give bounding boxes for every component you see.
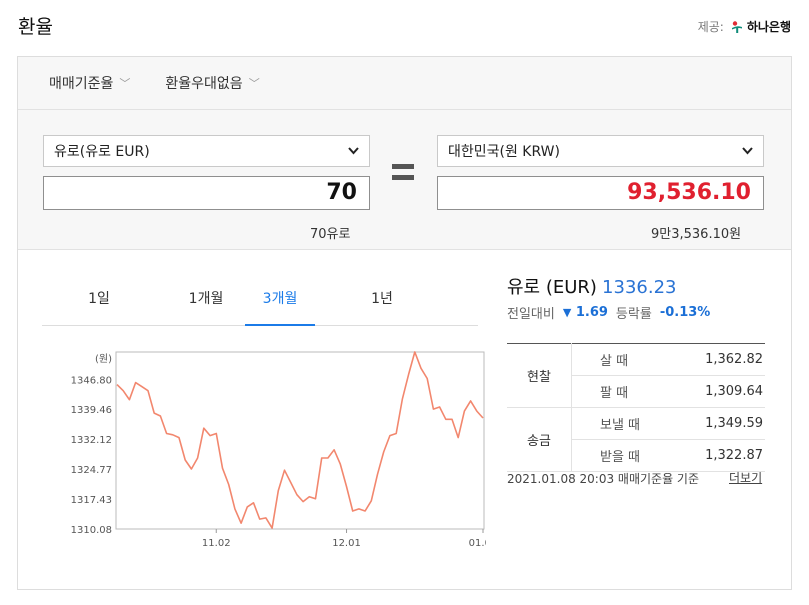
change-value-group: ▼ 1.69 bbox=[563, 305, 608, 320]
cash-sell-value: 1,309.64 bbox=[674, 375, 765, 408]
chevron-down-icon: ﹀ bbox=[119, 77, 131, 90]
cash-buy-value: 1,362.82 bbox=[674, 343, 765, 376]
exchange-panel: 매매기준율 ﹀ 환율우대없음 ﹀ 유로(유로 EUR) 70 70유로 대한민국… bbox=[17, 56, 792, 590]
table-row: 현찰 살 때 1,362.82 bbox=[507, 343, 765, 408]
pct-label: 등락률 bbox=[615, 307, 652, 322]
remit-group-label: 송금 bbox=[507, 407, 572, 472]
table-row: 송금 보낼 때 1,349.59 bbox=[507, 407, 765, 472]
to-amount-input[interactable]: 93,536.10 bbox=[437, 176, 764, 210]
remit-send-value: 1,349.59 bbox=[674, 407, 765, 440]
equals-icon bbox=[392, 164, 414, 186]
remit-send-label: 보낼 때 bbox=[571, 407, 675, 440]
change-label: 전일대비 bbox=[507, 307, 555, 322]
converter: 유로(유로 EUR) 70 70유로 대한민국(원 KRW) 93,536.10… bbox=[18, 110, 791, 250]
page-title: 환율 bbox=[18, 16, 53, 38]
rate-chart: (원) 1346.80 1339.46 1332.12 1324.77 1317.43 13… bbox=[46, 349, 497, 563]
from-amount-input[interactable]: 70 bbox=[43, 176, 370, 210]
from-currency-label: 유로(유로 EUR) bbox=[54, 144, 150, 160]
filter-bar: 매매기준율 ﹀ 환율우대없음 ﹀ bbox=[18, 57, 791, 110]
cash-buy-label: 살 때 bbox=[571, 343, 675, 376]
y-tick-label: 1339.46 bbox=[71, 405, 112, 416]
rate-chart-svg: (원) 1346.80 1339.46 1332.12 1324.77 1317.43 13… bbox=[71, 351, 497, 549]
caret-down-icon bbox=[742, 147, 753, 155]
change-value: 1.69 bbox=[575, 305, 608, 320]
rate-headline: 유로 (EUR) 1336.23 bbox=[507, 273, 676, 299]
tab-1day[interactable]: 1일 bbox=[76, 283, 122, 324]
rate-value: 1336.23 bbox=[602, 277, 677, 298]
plot-frame bbox=[115, 351, 485, 530]
rate-change: 전일대비 ▼ 1.69 등락률 -0.13% bbox=[507, 303, 710, 322]
to-currency-label: 대한민국(원 KRW) bbox=[448, 144, 560, 160]
preference-label: 환율우대없음 bbox=[165, 76, 243, 92]
chevron-down-icon: ﹀ bbox=[248, 77, 260, 90]
rate-type-label: 매매기준율 bbox=[49, 76, 114, 92]
y-tick-label: 1346.80 bbox=[71, 375, 112, 386]
remit-recv-label: 받을 때 bbox=[571, 439, 675, 472]
cash-sell-label: 팔 때 bbox=[571, 375, 675, 408]
y-tick-label: 1332.12 bbox=[71, 435, 112, 446]
more-link[interactable]: 더보기 bbox=[729, 469, 762, 486]
y-tick-label: 1324.77 bbox=[71, 465, 112, 476]
x-tick-label: 11.02 bbox=[202, 538, 231, 549]
remit-recv-value: 1,322.87 bbox=[674, 439, 765, 472]
pct-value: -0.13% bbox=[659, 305, 711, 320]
y-axis-unit: (원) bbox=[95, 353, 112, 365]
caret-down-icon bbox=[348, 147, 359, 155]
y-tick-label: 1317.43 bbox=[71, 495, 112, 506]
rate-footnote: 2021.01.08 20:03 매매기준율 기준 bbox=[507, 472, 700, 486]
x-tick-label: 01.04 bbox=[469, 538, 486, 549]
rates-table: 현찰 살 때 1,362.82 팔 때 1,309.64 송금 보낼 때 1,3… bbox=[507, 343, 765, 472]
period-tabs: 1일 1개월 3개월 1년 bbox=[42, 283, 478, 326]
down-arrow-icon: ▼ bbox=[562, 306, 572, 319]
cash-group-label: 현찰 bbox=[507, 343, 572, 408]
tab-1month[interactable]: 1개월 bbox=[174, 283, 238, 324]
provider-info: 제공: 하나은행 bbox=[698, 18, 791, 35]
x-tick-label: 12.01 bbox=[332, 538, 361, 549]
preference-dropdown[interactable]: 환율우대없음 ﹀ bbox=[165, 73, 259, 93]
provider-label: 제공: bbox=[697, 20, 724, 34]
hana-bank-logo: 하나은행 bbox=[730, 18, 791, 35]
y-tick-label: 1310.08 bbox=[71, 525, 112, 536]
to-amount-reading: 9만3,536.10원 bbox=[651, 227, 742, 242]
provider-name: 하나은행 bbox=[746, 20, 791, 34]
from-currency-select[interactable]: 유로(유로 EUR) bbox=[43, 135, 370, 167]
from-amount-reading: 70유로 bbox=[310, 227, 351, 242]
to-currency-select[interactable]: 대한민국(원 KRW) bbox=[437, 135, 764, 167]
rate-type-dropdown[interactable]: 매매기준율 ﹀ bbox=[49, 73, 130, 93]
rate-currency-name: 유로 (EUR) bbox=[507, 277, 597, 298]
tab-3months[interactable]: 3개월 bbox=[245, 283, 315, 326]
hana-logo-icon bbox=[731, 20, 742, 33]
tab-1year[interactable]: 1년 bbox=[364, 283, 400, 324]
